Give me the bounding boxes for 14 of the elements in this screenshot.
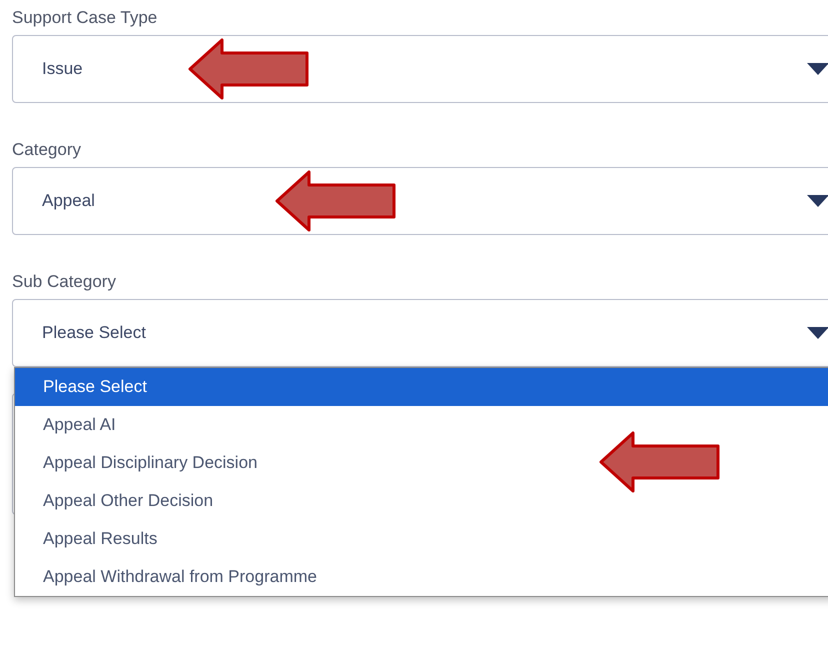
field-label: Sub Category [12, 271, 116, 293]
arrow-icon [598, 430, 722, 494]
dropdown-field[interactable]: Please Select [12, 299, 828, 367]
dropdown-option[interactable]: Please Select [15, 368, 828, 406]
field-label: Category [12, 139, 81, 161]
dropdown-field[interactable]: Issue [12, 35, 828, 103]
caret-icon [807, 63, 828, 75]
arrow-icon [187, 37, 311, 101]
caret-icon [807, 327, 828, 339]
dropdown-option[interactable]: Appeal Withdrawal from Programme [15, 558, 828, 596]
field-label: Support Case Type [12, 7, 158, 29]
dropdown-field[interactable]: Appeal [12, 167, 828, 235]
caret-icon [807, 195, 828, 207]
arrow-icon [274, 169, 398, 233]
